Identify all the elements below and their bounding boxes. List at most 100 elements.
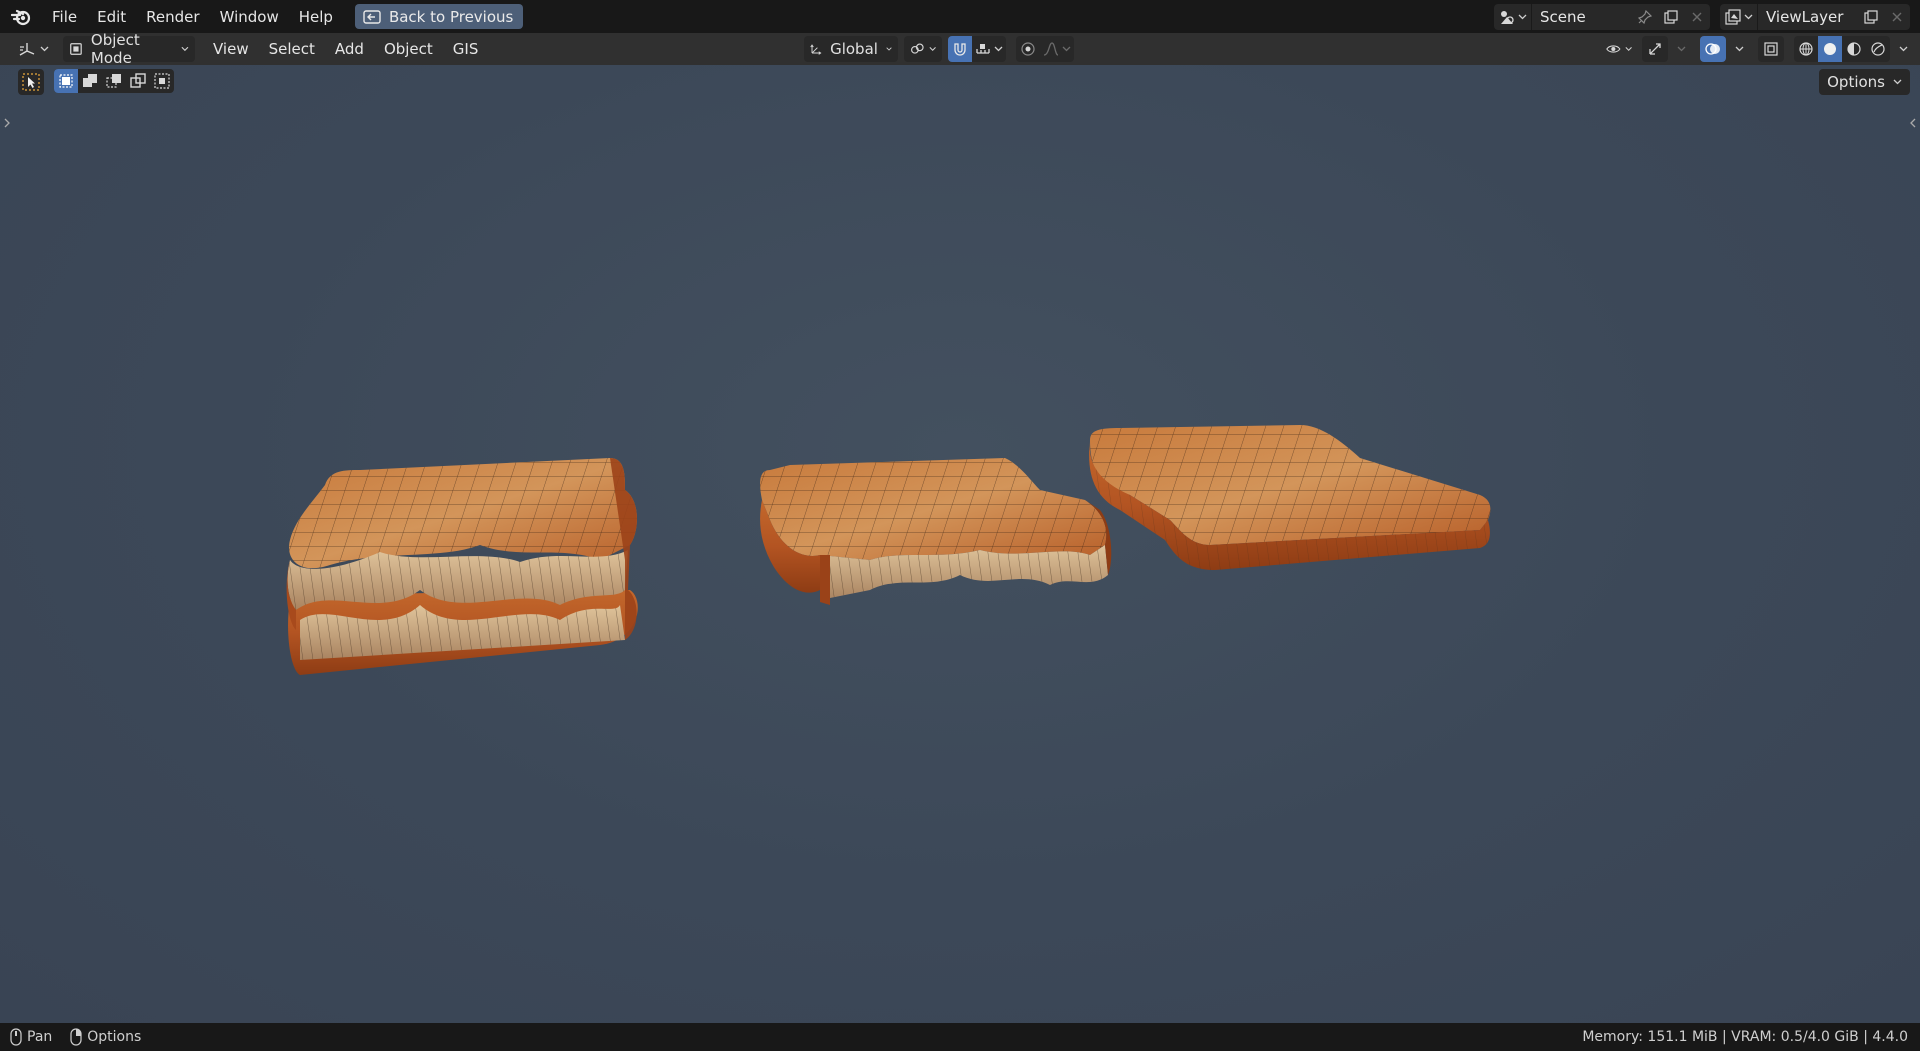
visibility-dropdown[interactable] [1600,36,1638,62]
menu-edit[interactable]: Edit [87,4,136,30]
select-new-button[interactable] [54,69,78,93]
view-layer-selector: ViewLayer [1720,3,1910,30]
view-layer-name-field[interactable]: ViewLayer [1758,3,1858,30]
select-extend-button[interactable] [78,69,102,93]
chevron-down-icon [1893,79,1902,85]
new-view-layer-button[interactable] [1858,3,1884,30]
shading-solid-button[interactable] [1818,36,1842,62]
options-label: Options [1827,73,1885,91]
blender-logo-icon[interactable] [10,6,32,28]
back-button-label: Back to Previous [388,7,514,26]
toolbar-expand-icon[interactable] [2,116,12,130]
select-intersect-button[interactable] [150,69,174,93]
orientation-label: Global [830,40,878,58]
mouse-right-icon [70,1028,82,1046]
gizmo-toggle[interactable] [1642,36,1668,62]
eye-icon [1606,45,1621,53]
status-stats: Memory: 151.1 MiB | VRAM: 0.5/4.0 GiB | … [1582,1029,1908,1045]
snap-toggle[interactable] [948,36,972,62]
gizmo-dropdown[interactable] [1672,36,1690,62]
status-hints: Pan Options [10,1028,153,1046]
close-icon [1892,12,1902,21]
menu-object[interactable]: Object [374,36,443,62]
proportional-falloff-dropdown[interactable] [1040,36,1074,62]
shading-material-button[interactable] [1842,36,1866,62]
options-dropdown[interactable]: Options [1819,69,1910,95]
pin-scene-button[interactable] [1632,3,1658,30]
overlays-dropdown[interactable] [1730,36,1748,62]
toast-slice-2[interactable] [760,458,1112,605]
select-box-tool[interactable] [18,69,44,95]
select-intersect-icon [154,73,170,89]
falloff-curve-icon [1043,42,1059,56]
close-icon [1692,12,1702,21]
toast-models [286,425,1491,675]
select-box-icon [22,73,40,91]
tool-settings-row: Options [0,65,1920,95]
chevron-down-icon [929,46,936,51]
chevron-down-icon [1899,46,1907,52]
toast-slice-1[interactable] [286,458,638,675]
pivot-point-dropdown[interactable] [904,36,942,62]
xray-icon [1764,42,1778,56]
scene-name-field[interactable]: Scene [1532,3,1632,30]
sidebar-expand-icon[interactable] [1908,116,1918,130]
material-sphere-icon [1847,42,1861,56]
select-difference-icon [130,73,146,88]
mode-dropdown[interactable]: Object Mode [63,31,195,67]
menu-gis[interactable]: GIS [443,36,489,62]
chevron-down-icon [40,46,49,52]
editor-type-button[interactable] [12,36,55,62]
chevron-down-icon [1735,46,1743,52]
menu-help[interactable]: Help [289,4,343,30]
snapping-group [948,36,1006,62]
shading-rendered-button[interactable] [1866,36,1890,62]
mouse-middle-icon [10,1028,22,1046]
menu-window[interactable]: Window [210,4,289,30]
back-to-previous-button[interactable]: Back to Previous [354,4,524,29]
shading-dropdown[interactable] [1894,36,1912,62]
gizmo-icon [1649,43,1661,55]
selection-mode-group [54,69,174,93]
menu-select[interactable]: Select [259,36,325,62]
scene-icon [1500,10,1514,24]
solid-sphere-icon [1824,43,1836,55]
select-invert-button[interactable] [126,69,150,93]
transform-orientation-icon [810,44,822,55]
overlays-icon [1705,43,1720,55]
snap-increment-icon [976,44,990,54]
overlays-toggle[interactable] [1700,36,1726,62]
select-subtract-icon [106,74,121,88]
menu-render[interactable]: Render [136,4,209,30]
back-icon [363,9,381,24]
shading-mode-group [1794,36,1890,62]
chevron-down-icon [994,46,1003,52]
viewport-display-tools [1600,36,1912,62]
menu-view[interactable]: View [203,36,259,62]
proportional-editing-icon [1021,42,1035,56]
snap-target-dropdown[interactable] [972,36,1006,62]
viewport-header: Object Mode View Select Add Object GIS G… [0,31,1920,67]
shading-wireframe-button[interactable] [1794,36,1818,62]
render-layers-icon [1724,8,1741,25]
status-bar: Pan Options Memory: 151.1 MiB | VRAM: 0.… [0,1023,1920,1051]
pin-icon [1638,9,1652,24]
menu-file[interactable]: File [42,4,87,30]
view-layer-browse-button[interactable] [1720,3,1758,30]
transform-tools: Global [804,36,1074,62]
toast-slice-3[interactable] [1089,425,1491,570]
scene-selector: Scene [1494,3,1710,30]
chevron-down-icon [886,47,892,51]
chevron-down-icon [1518,14,1526,19]
xray-toggle[interactable] [1758,36,1784,62]
delete-view-layer-button[interactable] [1884,3,1910,30]
scene-browse-button[interactable] [1494,3,1532,30]
proportional-editing-group [1016,36,1074,62]
orientation-dropdown[interactable]: Global [804,36,898,62]
select-subtract-button[interactable] [102,69,126,93]
new-scene-button[interactable] [1658,3,1684,30]
proportional-editing-toggle[interactable] [1016,36,1040,62]
delete-scene-button[interactable] [1684,3,1710,30]
options-hint: Options [70,1028,141,1046]
menu-add[interactable]: Add [325,36,374,62]
